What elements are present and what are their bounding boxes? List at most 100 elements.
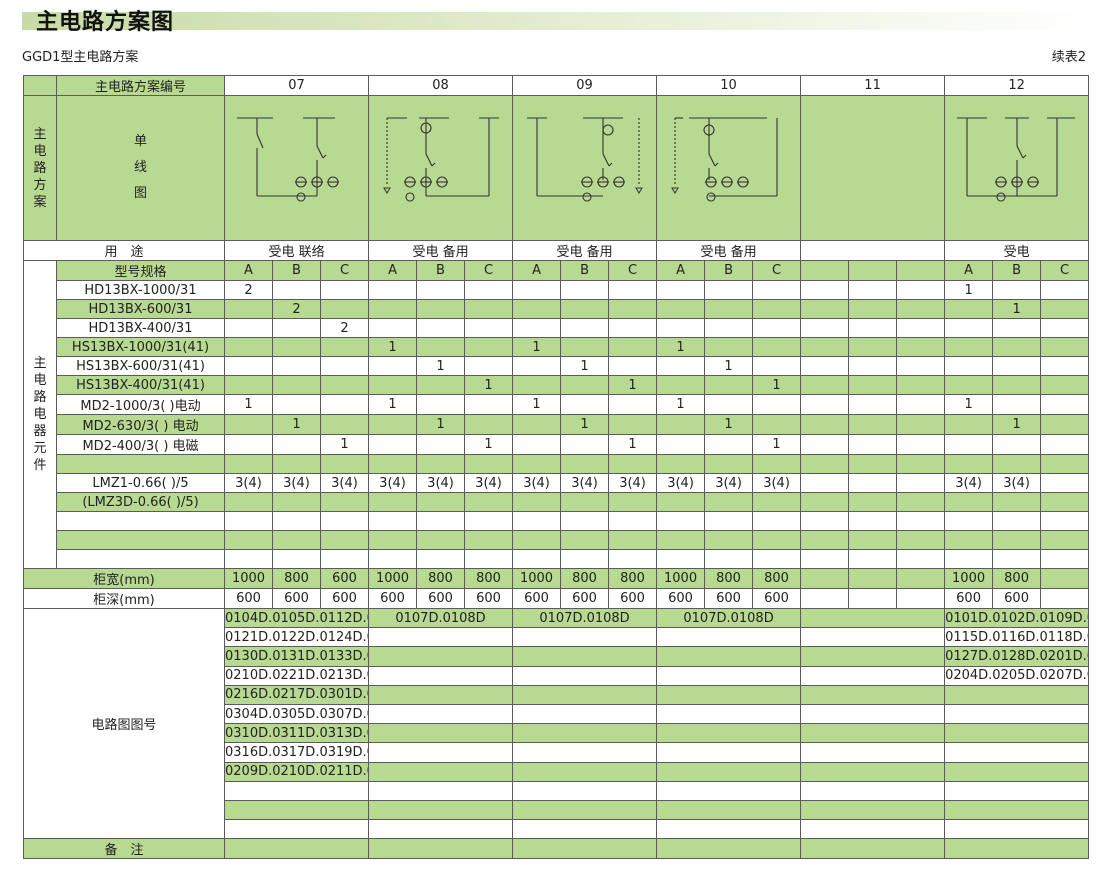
- component-value: [319, 356, 370, 376]
- remarks-row: 备 注: [23, 838, 1090, 860]
- component-name: HS13BX-400/31(41): [56, 375, 225, 395]
- drawing-number: [368, 627, 514, 648]
- cabinet-width-value: [848, 568, 898, 589]
- drawing-number: [512, 723, 658, 744]
- component-value: [752, 356, 802, 376]
- drawing-number: 0107D.0108D: [656, 607, 802, 629]
- component-value: 1: [944, 280, 994, 300]
- diagram-label-cell: 单线图: [56, 95, 225, 241]
- remarks-cell: [223, 838, 370, 860]
- component-value: [848, 280, 898, 300]
- phase-header-0: A: [224, 260, 273, 281]
- remarks-label: 备 注: [23, 838, 225, 860]
- drawing-number: [368, 742, 514, 763]
- component-value: [512, 549, 562, 569]
- component-value: [800, 434, 850, 455]
- drawing-number: [223, 819, 370, 840]
- component-value: [560, 549, 610, 569]
- component-value: [704, 492, 754, 512]
- drawing-number: 0121D.0122D.0124D.0125D: [223, 627, 370, 648]
- drawing-number: [368, 665, 514, 686]
- drawing-number: [512, 703, 658, 725]
- component-value: [992, 318, 1042, 338]
- component-value: [704, 530, 754, 550]
- component-row: (LMZ3D-0.66( )/5): [23, 492, 1090, 512]
- component-value: [224, 434, 273, 455]
- component-value: [464, 356, 514, 376]
- drawing-number: [656, 799, 802, 821]
- component-value: [224, 549, 273, 569]
- component-value: [560, 280, 610, 300]
- component-value: [992, 375, 1042, 395]
- diagram-row: 主电路方案 单线图: [23, 95, 1090, 241]
- transformer-symbol: [706, 192, 716, 202]
- continued-label: 续表2: [1051, 50, 1086, 65]
- component-value: 3(4): [608, 473, 658, 493]
- page-title: 主电路方案图: [36, 10, 175, 35]
- scheme-number-0: 07: [223, 75, 370, 96]
- component-value: [464, 280, 514, 300]
- component-value: 3(4): [319, 473, 370, 493]
- component-value: [608, 530, 658, 550]
- component-value: 3(4): [560, 473, 610, 493]
- cabinet-width-value: [800, 568, 850, 589]
- transformer-symbol: [996, 192, 1006, 202]
- phase-header-14: [896, 260, 946, 281]
- component-value: 3(4): [656, 473, 706, 493]
- phase-header-1: B: [272, 260, 321, 281]
- component-value: [319, 549, 370, 569]
- component-value: [272, 549, 321, 569]
- cabinet-depth-row: 柜深(mm) 600 600 600 600 600 600 600 600 600 600 600 6…: [23, 588, 1090, 609]
- component-value: [319, 337, 370, 357]
- cabinet-depth-value: 600: [608, 588, 658, 609]
- drawing-number: [800, 703, 946, 725]
- component-value: [512, 375, 562, 395]
- side-label-scheme-text: 主电路方案: [33, 126, 47, 210]
- usage-cell-3: 受电 备用: [656, 240, 802, 261]
- component-value: [848, 434, 898, 455]
- component-value: [752, 511, 802, 531]
- component-row: HS13BX-1000/31(41) 1 1 1: [23, 337, 1090, 357]
- phase-header-7: B: [560, 260, 610, 281]
- drawing-number: [800, 742, 946, 763]
- component-value: 1: [512, 337, 562, 357]
- drawing-number: 0107D.0108D: [368, 607, 514, 629]
- component-value: [224, 356, 273, 376]
- cabinet-depth-value: 600: [656, 588, 706, 609]
- scheme-table: 主电路方案编号 07 08 09 10 11 12 主电路方案单线图用 途受电 联络 受电 备用…: [23, 75, 1090, 860]
- component-row: [23, 454, 1090, 474]
- component-name: LMZ1-0.66( )/5: [56, 473, 225, 493]
- component-value: [896, 414, 946, 435]
- component-row: HD13BX-600/31 2 1: [23, 299, 1090, 319]
- component-name: [56, 530, 225, 550]
- component-value: [848, 299, 898, 319]
- usage-cell-0: 受电 联络: [223, 240, 370, 261]
- cabinet-depth-value: [800, 588, 850, 609]
- cabinet-depth-value: [896, 588, 946, 609]
- page-subtitle: GGD1型主电路方案: [22, 50, 139, 65]
- component-value: [512, 280, 562, 300]
- diagram-cell-2: [512, 95, 658, 241]
- component-value: [752, 280, 802, 300]
- cabinet-depth-value: 600: [512, 588, 562, 609]
- component-row: MD2-630/3( ) 电动 1 1 1 1 1: [23, 414, 1090, 435]
- component-value: [512, 530, 562, 550]
- drawing-number: [512, 627, 658, 648]
- drawing-number: [368, 799, 514, 821]
- circuit-line: [708, 153, 716, 167]
- component-value: [992, 280, 1042, 300]
- component-name: HD13BX-400/31: [56, 318, 225, 338]
- transformer-symbol: [602, 124, 614, 136]
- drawing-number: [944, 684, 1090, 705]
- drawing-number: [800, 646, 946, 667]
- component-value: [800, 299, 850, 319]
- component-value: [896, 511, 946, 531]
- component-name: (LMZ3D-0.66( )/5): [56, 492, 225, 512]
- component-value: 2: [319, 318, 370, 338]
- circuit-line: [1016, 145, 1024, 159]
- component-value: [896, 492, 946, 512]
- component-value: [272, 530, 321, 550]
- component-value: [896, 434, 946, 455]
- drawing-number: [368, 703, 514, 725]
- component-value: [608, 337, 658, 357]
